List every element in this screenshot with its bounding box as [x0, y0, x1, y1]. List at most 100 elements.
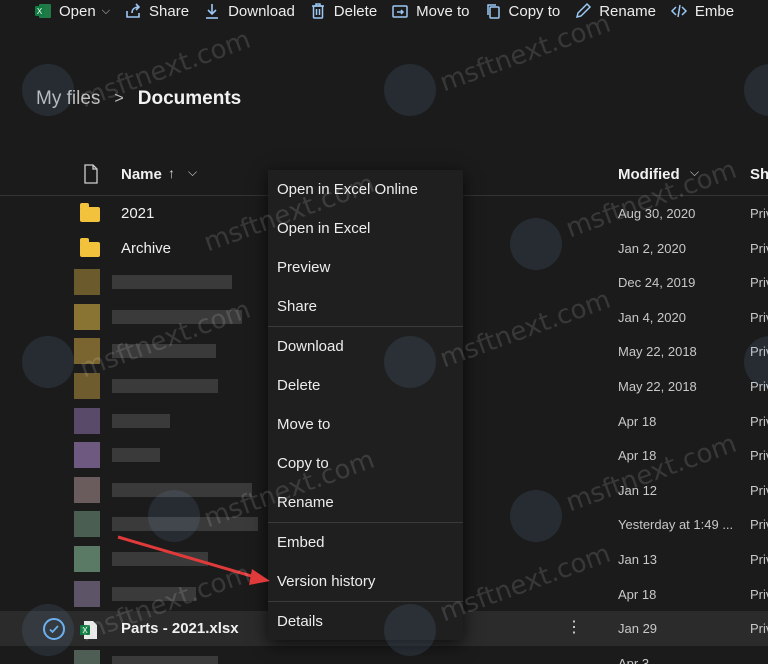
blurred-file-icon: [74, 649, 100, 664]
modified-date: Jan 13: [618, 551, 658, 567]
rename-button[interactable]: Rename: [574, 2, 656, 20]
sharing-status: Priv: [750, 309, 768, 325]
blurred-file-name: [112, 448, 160, 463]
modified-date: Yesterday at 1:49 ...: [618, 517, 734, 533]
download-button[interactable]: Download: [203, 2, 295, 20]
chevron-down-icon[interactable]: ⌵: [188, 165, 197, 180]
blurred-file-icon: [74, 442, 100, 469]
menu-open-in-excel[interactable]: Open in Excel: [268, 209, 463, 248]
chevron-down-icon[interactable]: ⌵: [690, 165, 699, 180]
copy-to-button[interactable]: Copy to: [484, 2, 561, 20]
download-label: Download: [228, 2, 295, 20]
menu-preview[interactable]: Preview: [268, 248, 463, 287]
blurred-file-name: [112, 551, 208, 566]
embed-label: Embe: [694, 2, 735, 20]
modified-date: Jan 29: [618, 621, 658, 637]
breadcrumb: My files > Documents: [36, 88, 241, 110]
watermark-logo: [744, 64, 768, 116]
blurred-file-name: [112, 482, 252, 497]
menu-details[interactable]: Details: [268, 602, 463, 641]
modified-date: May 22, 2018: [618, 344, 697, 360]
blurred-file-icon: [74, 545, 100, 572]
file-name[interactable]: 2021: [121, 205, 154, 222]
copy-to-label: Copy to: [508, 2, 561, 20]
file-name[interactable]: Archive: [121, 240, 171, 257]
blurred-file-icon: [74, 372, 100, 399]
blurred-file-icon: [74, 476, 100, 503]
embed-icon: [670, 2, 688, 20]
trash-icon: [309, 2, 327, 20]
modified-date: Apr 18: [618, 586, 657, 602]
column-name[interactable]: Name: [121, 166, 162, 183]
sharing-status: Priv: [750, 621, 768, 637]
more-options-icon[interactable]: ⋮: [566, 617, 582, 637]
share-button[interactable]: Share: [124, 2, 189, 20]
blurred-file-icon: [74, 338, 100, 365]
blurred-file-icon: [74, 407, 100, 434]
menu-version-history[interactable]: Version history: [268, 562, 463, 601]
list-item[interactable]: Apr 3: [0, 646, 768, 664]
svg-text:X: X: [82, 626, 88, 635]
blurred-file-name: [112, 655, 218, 664]
blurred-file-name: [112, 309, 242, 324]
blurred-file-name: [112, 413, 170, 428]
open-label: Open: [59, 2, 96, 20]
blurred-file-name: [112, 344, 216, 359]
menu-share[interactable]: Share: [268, 287, 463, 326]
sharing-status: Priv: [750, 206, 768, 221]
blurred-file-name: [112, 586, 196, 601]
file-type-icon[interactable]: [83, 164, 99, 189]
svg-text:X: X: [37, 7, 43, 16]
modified-date: Aug 30, 2020: [618, 206, 696, 221]
move-to-button[interactable]: Move to: [391, 2, 470, 20]
modified-date: Apr 18: [618, 448, 657, 464]
blurred-file-icon: [74, 303, 100, 330]
modified-date: Apr 3: [618, 655, 650, 664]
modified-date: Apr 18: [618, 413, 657, 429]
blurred-file-icon: [74, 511, 100, 538]
modified-date: Jan 4, 2020: [618, 309, 686, 325]
embed-button[interactable]: Embe: [670, 2, 734, 20]
folder-icon: [80, 203, 100, 223]
sharing-status: Priv: [750, 482, 768, 498]
modified-date: Dec 24, 2019: [618, 275, 696, 291]
column-sharing[interactable]: Sh: [750, 166, 768, 183]
modified-date: May 22, 2018: [618, 378, 697, 394]
command-bar: X Open ⌵ Share Download Delete Move to C…: [0, 0, 768, 22]
watermark-logo: [384, 64, 436, 116]
checkmark-icon[interactable]: [43, 618, 65, 641]
open-button[interactable]: X Open ⌵: [34, 2, 110, 20]
pencil-icon: [574, 2, 592, 20]
menu-rename[interactable]: Rename: [268, 483, 463, 522]
menu-download[interactable]: Download: [268, 327, 463, 366]
sharing-status: Priv: [750, 240, 768, 256]
sharing-status: Priv: [750, 586, 768, 602]
blurred-file-icon: [74, 580, 100, 607]
share-icon: [124, 2, 142, 20]
chevron-right-icon: >: [114, 90, 124, 107]
menu-open-in-excel-online[interactable]: Open in Excel Online: [268, 170, 463, 209]
copy-icon: [484, 2, 502, 20]
menu-move-to[interactable]: Move to: [268, 405, 463, 444]
rename-label: Rename: [599, 2, 656, 20]
menu-delete[interactable]: Delete: [268, 366, 463, 405]
breadcrumb-my-files[interactable]: My files: [36, 88, 100, 110]
chevron-down-icon[interactable]: ⌵: [102, 5, 110, 18]
file-name[interactable]: Parts - 2021.xlsx: [121, 620, 239, 637]
folder-icon: [80, 237, 100, 258]
sharing-status: Priv: [750, 448, 768, 464]
share-label: Share: [149, 2, 190, 20]
breadcrumb-documents: Documents: [137, 88, 242, 109]
blurred-file-name: [112, 378, 218, 393]
blurred-file-name: [112, 517, 258, 532]
download-icon: [203, 2, 221, 20]
menu-embed[interactable]: Embed: [268, 523, 463, 562]
sharing-status: Priv: [750, 275, 768, 291]
column-modified[interactable]: Modified: [618, 166, 680, 183]
sharing-status: Priv: [750, 551, 768, 567]
delete-button[interactable]: Delete: [309, 2, 377, 20]
sharing-status: Priv: [750, 344, 768, 360]
menu-copy-to[interactable]: Copy to: [268, 444, 463, 483]
sort-ascending-icon: ↑: [168, 165, 175, 181]
move-to-label: Move to: [416, 2, 470, 20]
